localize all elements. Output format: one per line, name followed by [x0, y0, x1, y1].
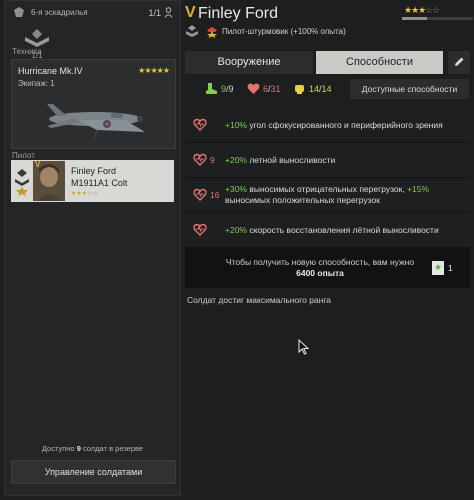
- stat-health-value: 6/31: [263, 84, 281, 94]
- heart-icon: [193, 223, 207, 236]
- soldier-name: Finley Ford: [198, 5, 279, 22]
- soldier-class-bonus: Пилот-штурмовик (+100% опыта): [222, 27, 346, 36]
- ability-text: +10% угол сфокусированного и периферийно…: [225, 120, 465, 131]
- available-abilities-button[interactable]: Доступные способности: [350, 79, 469, 99]
- ability-highlight: +20%: [225, 155, 247, 165]
- xp-progress-fill: [402, 17, 427, 20]
- ability-row[interactable]: +20% скорость восстановления лётной выно…: [185, 213, 470, 248]
- ability-text: +20% летной выносливости: [225, 155, 465, 166]
- stat-strength: 14/14: [293, 81, 343, 97]
- new-ability-text: Чтобы получить новую способность, вам ну…: [205, 257, 435, 279]
- max-rank-message: Солдат достиг максимального ранга: [187, 295, 331, 305]
- rank-insignia-icon: [15, 169, 29, 196]
- fist-icon: [295, 85, 304, 94]
- ability-level: 16: [210, 190, 220, 200]
- ability-description: выносимых отрицательных перегрузок,: [246, 184, 408, 194]
- pilot-stars-on: ★★★: [71, 191, 88, 197]
- stat-stamina-max: 9: [228, 84, 234, 94]
- tab-weapons[interactable]: Вооружение: [185, 51, 313, 74]
- squad-name: 6-я эскадрилья: [31, 8, 88, 17]
- pilot-card[interactable]: V Finley Ford M1911A1 Colt ★★★☆☆: [11, 160, 174, 202]
- plane-image: [47, 104, 145, 142]
- manage-soldiers-button[interactable]: Управление солдатами: [11, 460, 176, 484]
- squad-emblem-icon: [14, 7, 24, 17]
- heart-icon: [193, 118, 207, 131]
- pilot-stars: ★★★☆☆: [71, 190, 98, 197]
- ability-description-2: выносимых положительных перегрузок: [225, 195, 380, 205]
- ability-card-count: 1: [448, 263, 453, 273]
- ability-card-icon: ★: [432, 261, 444, 275]
- ability-description: летной выносливости: [246, 155, 336, 165]
- ability-highlight: +20%: [225, 225, 247, 235]
- soldier-stars: ★★★☆☆: [404, 5, 440, 16]
- stat-strength-current: 14: [309, 84, 320, 94]
- tech-label: Техника: [12, 47, 42, 56]
- pilot-label: Пилот: [12, 151, 35, 160]
- squad-panel: 6-я эскадрилья 1/1 1/1 Техника Hurricane…: [4, 0, 181, 496]
- ability-row[interactable]: 9 +20% летной выносливости: [185, 143, 470, 178]
- stat-health-current: 6: [263, 84, 269, 94]
- pencil-icon: [455, 57, 464, 66]
- soldier-stars-off: ☆☆: [425, 5, 440, 15]
- soldier-stars-on: ★★★: [404, 5, 426, 15]
- pilot-weapon: M1911A1 Colt: [71, 178, 128, 188]
- heart-icon: [193, 188, 207, 201]
- reserve-count: 9: [76, 444, 81, 453]
- reserve-suffix: солдат в резерве: [82, 444, 144, 453]
- stat-health: 6/31: [247, 81, 291, 97]
- ability-highlight-2: +15%: [407, 184, 430, 194]
- squad-count: 1/1: [148, 8, 161, 18]
- rank-emblem-icon: [186, 25, 198, 37]
- ability-highlight: +10%: [225, 120, 247, 130]
- abilities-list: +10% угол сфокусированного и периферийно…: [185, 108, 470, 288]
- stat-stamina-current: 9: [221, 84, 227, 94]
- heart-icon: [193, 153, 207, 166]
- ability-row[interactable]: +10% угол сфокусированного и периферийно…: [185, 108, 470, 143]
- squad-header[interactable]: 6-я эскадрилья 1/1: [11, 5, 175, 21]
- ability-text: +20% скорость восстановления лётной выно…: [225, 225, 465, 236]
- plane-card[interactable]: Hurricane Mk.IV Экипаж: 1 ★★★★★: [11, 59, 176, 149]
- ability-text: +30% выносимых отрицательных перегрузок,…: [225, 184, 465, 206]
- heart-icon: [247, 83, 260, 94]
- ability-level: 9: [210, 155, 215, 165]
- soldier-details-panel: V Finley Ford ★★★☆☆ Пилот-штурмовик (+10…: [183, 0, 474, 500]
- ability-description: угол сфокусированного и периферийного зр…: [246, 120, 443, 130]
- ability-description: скорость восстановления лётной выносливо…: [246, 225, 439, 235]
- person-icon: [164, 7, 173, 18]
- new-ability-message: Чтобы получить новую способность, вам ну…: [225, 257, 415, 267]
- new-ability-xp: 6400 опыта: [296, 268, 344, 278]
- stat-stamina: 9/9: [205, 81, 245, 97]
- pilot-v-mark: V: [35, 160, 41, 169]
- boot-icon: [206, 83, 217, 94]
- stat-strength-value: 14/14: [309, 84, 332, 94]
- ability-highlight: +30%: [225, 184, 247, 194]
- stat-strength-max: 14: [321, 84, 332, 94]
- plane-name: Hurricane Mk.IV: [18, 66, 83, 76]
- rename-button[interactable]: [448, 51, 470, 74]
- pilot-class-icon: [207, 27, 217, 38]
- mouse-cursor-icon: [298, 339, 310, 355]
- new-ability-requirement: Чтобы получить новую способность, вам ну…: [185, 249, 470, 288]
- tab-abilities[interactable]: Способности: [316, 51, 443, 74]
- header-v-mark: V: [185, 4, 196, 21]
- pilot-name: Finley Ford: [71, 166, 117, 176]
- stat-health-max: 31: [270, 84, 281, 94]
- xp-progress-bar: [402, 17, 473, 20]
- reserve-prefix: Доступно: [41, 444, 75, 453]
- ability-row[interactable]: 16 +30% выносимых отрицательных перегруз…: [185, 178, 470, 213]
- soldier-tabs: Вооружение Способности: [185, 51, 445, 74]
- pilot-stars-off: ☆☆: [87, 191, 98, 197]
- reserve-info: Доступно 9 солдат в резерве: [5, 444, 180, 453]
- stat-stamina-value: 9/9: [221, 84, 234, 94]
- plane-stars: ★★★★★: [138, 66, 170, 75]
